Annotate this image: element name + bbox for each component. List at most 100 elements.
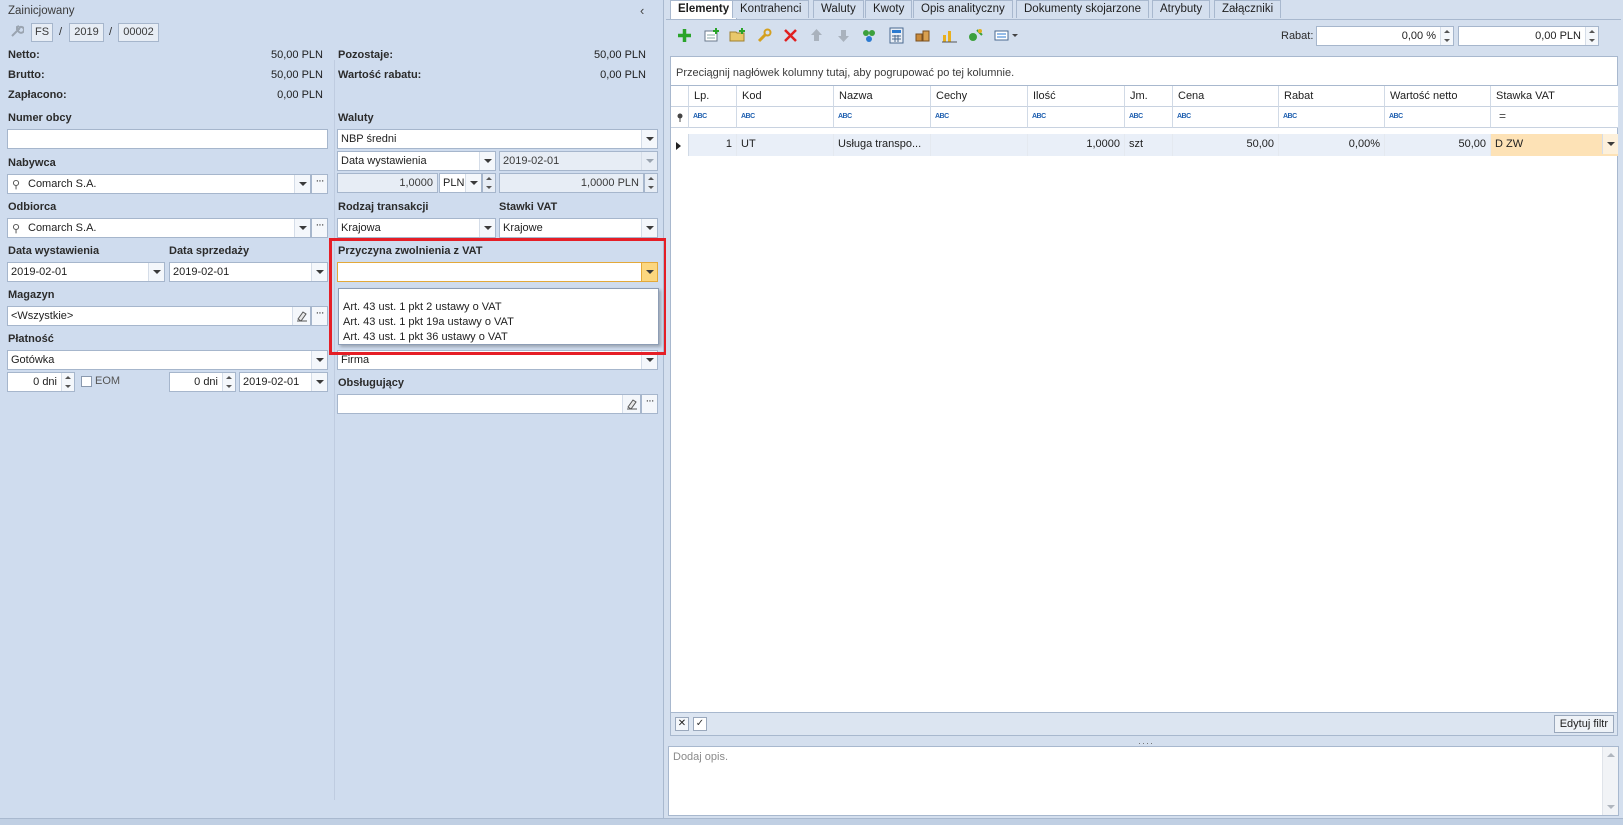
tab-waluty[interactable]: Waluty xyxy=(813,0,864,18)
spinner-arrows-icon[interactable] xyxy=(61,373,74,391)
filter-enabled-checkbox[interactable]: ✓ xyxy=(693,717,707,731)
items-grid[interactable]: Lp. Kod Nazwa Cechy Ilość Jm. Cena Rabat… xyxy=(670,85,1618,736)
rabat-amount-spinner[interactable]: 0,00 PLN xyxy=(1458,26,1599,46)
numer-obcy-input[interactable] xyxy=(7,129,328,149)
cell-rabat[interactable]: 0,00% xyxy=(1279,134,1385,156)
rabat-percent-spinner[interactable]: 0,00 % xyxy=(1316,26,1454,46)
termin2-dni-spinner[interactable]: 0 dni xyxy=(169,372,236,392)
odbiorca-combobox[interactable]: ⚲ Comarch S.A. xyxy=(7,218,311,238)
nabywca-more-button[interactable]: ··· xyxy=(311,174,328,194)
add-icon[interactable] xyxy=(676,27,693,44)
chevron-down-icon[interactable] xyxy=(311,351,327,369)
collapse-panel-icon[interactable]: ‹ xyxy=(640,3,644,18)
delete-icon[interactable] xyxy=(782,27,799,44)
cell-stawka-vat[interactable]: D ZW xyxy=(1491,134,1618,156)
spinner-arrows-icon[interactable] xyxy=(1440,27,1453,45)
cell-jm[interactable]: szt xyxy=(1125,134,1173,156)
filter-wartosc-netto[interactable]: ABC xyxy=(1385,107,1491,128)
stawki-vat-combobox[interactable]: Krajowe xyxy=(499,218,658,238)
cell-ilosc[interactable]: 1,0000 xyxy=(1028,134,1125,156)
tab-atrybuty[interactable]: Atrybuty xyxy=(1152,0,1211,18)
chevron-down-icon[interactable] xyxy=(311,263,327,281)
rodzaj-transakcji-combobox[interactable]: Krajowa xyxy=(337,218,496,238)
add-from-list-icon[interactable] xyxy=(703,27,720,44)
kurs-waluta-combobox[interactable]: PLN xyxy=(439,173,482,193)
scroll-down-icon[interactable] xyxy=(1607,805,1615,809)
column-header-ilosc[interactable]: Ilość xyxy=(1028,86,1125,107)
column-header-wartosc-netto[interactable]: Wartość netto xyxy=(1385,86,1491,107)
filter-nazwa[interactable]: ABC xyxy=(834,107,931,128)
money-icon[interactable] xyxy=(967,27,984,44)
wrench-icon[interactable] xyxy=(10,24,25,38)
filter-stawka-vat[interactable]: = xyxy=(1491,107,1618,128)
calculator-icon[interactable] xyxy=(888,27,905,44)
column-header-kod[interactable]: Kod xyxy=(737,86,834,107)
cell-lp[interactable]: 1 xyxy=(689,134,737,156)
chevron-down-icon[interactable] xyxy=(294,175,310,193)
termin-dni-spinner[interactable]: 0 dni xyxy=(7,372,75,392)
group-icon[interactable] xyxy=(861,27,878,44)
nabywca-combobox[interactable]: ⚲ Comarch S.A. xyxy=(7,174,311,194)
filter-lp[interactable]: ABC xyxy=(689,107,737,128)
document-year-field[interactable]: 2019 xyxy=(69,23,104,42)
tab-dokumenty-skojarzone[interactable]: Dokumenty skojarzone xyxy=(1016,0,1149,18)
data-sprzedazy-picker[interactable]: 2019-02-01 xyxy=(169,262,328,282)
termin-date-picker[interactable]: 2019-02-01 xyxy=(239,372,328,392)
chart-icon[interactable] xyxy=(941,27,958,44)
magazyn-more-button[interactable]: ··· xyxy=(311,306,328,326)
filter-rabat[interactable]: ABC xyxy=(1279,107,1385,128)
column-header-jm[interactable]: Jm. xyxy=(1125,86,1173,107)
eom-checkbox[interactable] xyxy=(81,376,92,387)
arrow-up-icon[interactable] xyxy=(808,27,825,44)
tab-kontrahenci[interactable]: Kontrahenci xyxy=(732,0,810,18)
scroll-up-icon[interactable] xyxy=(1607,753,1615,757)
add-folder-icon[interactable] xyxy=(729,27,746,44)
spinner-arrows-icon[interactable] xyxy=(222,373,235,391)
group-by-area[interactable]: Przeciągnij nagłówek kolumny tutaj, aby … xyxy=(670,56,1618,86)
eraser-icon[interactable] xyxy=(622,395,640,413)
column-header-lp[interactable]: Lp. xyxy=(689,86,737,107)
data-wystawienia-picker[interactable]: 2019-02-01 xyxy=(7,262,165,282)
chevron-down-icon[interactable] xyxy=(294,219,310,237)
cell-cena[interactable]: 50,00 xyxy=(1173,134,1279,156)
tab-zalaczniki[interactable]: Załączniki xyxy=(1214,0,1282,18)
tab-kwoty[interactable]: Kwoty xyxy=(865,0,913,18)
cell-nazwa[interactable]: Usługa transpo... xyxy=(834,134,931,156)
document-number-field[interactable]: 00002 xyxy=(118,23,159,42)
chevron-down-icon[interactable] xyxy=(311,373,327,391)
chevron-down-icon[interactable] xyxy=(148,263,164,281)
chevron-down-icon[interactable] xyxy=(641,130,657,148)
cell-cechy[interactable] xyxy=(931,134,1028,156)
spinner-arrows-icon[interactable] xyxy=(1585,27,1598,45)
column-header-cena[interactable]: Cena xyxy=(1173,86,1279,107)
tab-opis-analityczny[interactable]: Opis analityczny xyxy=(913,0,1013,18)
description-scrollbar[interactable] xyxy=(1602,747,1618,815)
platnosc-combobox[interactable]: Gotówka xyxy=(7,350,328,370)
filter-jm[interactable]: ABC xyxy=(1125,107,1173,128)
obslugujacy-field[interactable] xyxy=(337,394,641,414)
column-header-nazwa[interactable]: Nazwa xyxy=(834,86,931,107)
kurs-typ-combobox[interactable]: Data wystawienia xyxy=(337,151,496,171)
wrench-icon[interactable] xyxy=(756,27,773,44)
chevron-down-icon[interactable] xyxy=(479,152,495,170)
filter-cena[interactable]: ABC xyxy=(1173,107,1279,128)
eraser-icon[interactable] xyxy=(292,307,310,325)
edit-filter-button[interactable]: Edytuj filtr xyxy=(1553,715,1614,733)
chevron-down-icon[interactable] xyxy=(465,174,481,192)
view-options-icon[interactable] xyxy=(994,27,1022,44)
row-selector[interactable] xyxy=(671,134,689,156)
description-textarea[interactable]: Dodaj opis. xyxy=(668,746,1619,816)
document-type-field[interactable]: FS xyxy=(31,23,53,42)
column-header-stawka-vat[interactable]: Stawka VAT xyxy=(1491,86,1618,107)
cell-wartosc-netto[interactable]: 50,00 xyxy=(1385,134,1491,156)
filter-cechy[interactable]: ABC xyxy=(931,107,1028,128)
waluty-combobox[interactable]: NBP średni xyxy=(337,129,658,149)
boxes-icon[interactable] xyxy=(914,27,931,44)
column-header-rabat[interactable]: Rabat xyxy=(1279,86,1385,107)
chevron-down-icon[interactable] xyxy=(641,219,657,237)
obslugujacy-more-button[interactable]: ··· xyxy=(641,394,658,414)
odbiorca-more-button[interactable]: ··· xyxy=(311,218,328,238)
magazyn-field[interactable]: <Wszystkie> xyxy=(7,306,311,326)
chevron-down-icon[interactable] xyxy=(479,219,495,237)
filter-kod[interactable]: ABC xyxy=(737,107,834,128)
